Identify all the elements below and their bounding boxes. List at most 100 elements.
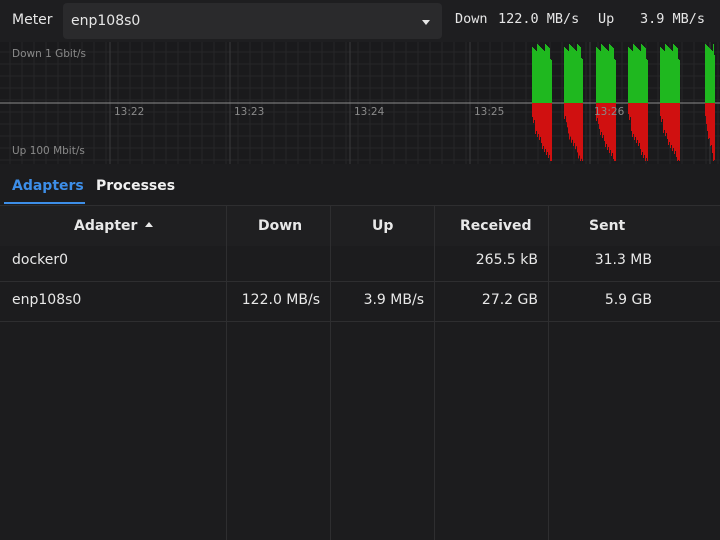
download-bar: [608, 51, 609, 103]
cell-sent: 31.3 MB: [594, 252, 652, 268]
upload-bar: [708, 103, 709, 139]
download-bar: [628, 47, 629, 103]
upload-bar: [533, 103, 534, 123]
up-rate: 3.9 MB/s: [640, 11, 706, 27]
download-bar: [572, 47, 573, 103]
download-bar: [673, 44, 674, 103]
upload-bar: [639, 103, 640, 143]
upload-bar: [579, 103, 580, 156]
cell-received: 27.2 GB: [481, 292, 538, 308]
download-bar: [643, 46, 644, 103]
download-bar: [534, 49, 535, 103]
download-bar: [548, 47, 549, 103]
upload-bar: [567, 103, 568, 128]
download-bar: [663, 50, 664, 103]
download-bar: [539, 46, 540, 103]
adapter-select-value: enp108s0: [71, 13, 141, 29]
table-row[interactable]: docker0 265.5 kB 31.3 MB: [0, 242, 720, 282]
download-bar: [630, 49, 631, 103]
sort-ascending-icon: [145, 222, 154, 227]
cell-adapter: docker0: [12, 252, 69, 268]
download-bar: [664, 51, 665, 103]
download-bar: [571, 46, 572, 103]
upload-bar: [678, 103, 679, 160]
upload-bar: [544, 103, 545, 152]
download-bar: [610, 45, 611, 103]
download-bar: [602, 45, 603, 103]
adapters-table: Adapter Down Up Received Sent docker0 26…: [0, 206, 720, 540]
column-header-adapter[interactable]: Adapter: [74, 218, 154, 234]
upload-bar: [551, 103, 552, 161]
download-bar: [600, 51, 601, 103]
upload-bar: [664, 103, 665, 130]
upload-bar: [572, 103, 573, 140]
up-label: Up: [598, 11, 615, 27]
download-bar: [709, 48, 710, 103]
upload-bar: [581, 103, 582, 159]
upload-bar: [546, 103, 547, 155]
chevron-down-icon[interactable]: [422, 20, 430, 25]
time-label: 13:24: [354, 106, 385, 118]
upload-bar: [571, 103, 572, 143]
download-bar: [633, 44, 634, 103]
download-bar: [541, 48, 542, 103]
download-bar: [579, 46, 580, 103]
download-bar: [545, 44, 546, 103]
download-bar: [674, 45, 675, 103]
download-bar: [597, 48, 598, 103]
download-bar: [550, 59, 551, 103]
download-bar: [707, 46, 708, 103]
download-bar: [565, 48, 566, 103]
upload-bar: [634, 103, 635, 140]
tab-adapters[interactable]: Adapters: [12, 178, 84, 194]
download-bar: [577, 44, 578, 103]
upload-bar: [630, 103, 631, 117]
download-bar: [637, 48, 638, 103]
download-bar: [712, 51, 713, 103]
upload-bar: [714, 103, 715, 160]
upload-bar: [543, 103, 544, 146]
download-bar: [609, 44, 610, 103]
upload-bar: [676, 103, 677, 157]
download-bar: [601, 44, 602, 103]
table-row[interactable]: enp108s0 122.0 MB/s 3.9 MB/s 27.2 GB 5.9…: [0, 282, 720, 322]
download-bar: [660, 47, 661, 103]
download-bar: [605, 48, 606, 103]
column-header-down[interactable]: Down: [258, 218, 302, 234]
upload-bar: [662, 103, 663, 119]
column-header-up[interactable]: Up: [372, 218, 393, 234]
upload-bar: [660, 103, 661, 116]
column-header-received[interactable]: Received: [460, 218, 532, 234]
down-rate: 122.0 MB/s: [498, 11, 580, 27]
download-bar: [580, 47, 581, 103]
column-header-sent[interactable]: Sent: [589, 218, 625, 234]
time-label: 13:22: [114, 106, 145, 118]
download-bar: [543, 50, 544, 103]
upload-bar: [538, 103, 539, 134]
upload-bar: [566, 103, 567, 123]
download-bar: [546, 45, 547, 103]
upload-bar: [541, 103, 542, 143]
download-bar: [629, 48, 630, 103]
download-bar: [642, 45, 643, 103]
download-bar: [675, 46, 676, 103]
upload-bar: [667, 103, 668, 139]
upload-bar: [535, 103, 536, 134]
download-bar: [670, 49, 671, 103]
tab-processes[interactable]: Processes: [96, 178, 175, 194]
download-bar: [705, 44, 706, 103]
upload-bar: [545, 103, 546, 149]
active-tab-indicator: [4, 202, 85, 204]
upload-bar: [706, 103, 707, 124]
cell-up: 3.9 MB/s: [363, 292, 424, 308]
download-bar: [679, 60, 680, 103]
upload-bar: [647, 103, 648, 161]
adapter-select[interactable]: enp108s0: [63, 3, 442, 39]
upload-bar: [532, 103, 533, 117]
download-bar: [678, 59, 679, 103]
download-bar: [533, 48, 534, 103]
upload-bar: [709, 103, 710, 138]
download-bar: [566, 49, 567, 103]
upload-bar: [574, 103, 575, 144]
upload-bar: [674, 103, 675, 154]
